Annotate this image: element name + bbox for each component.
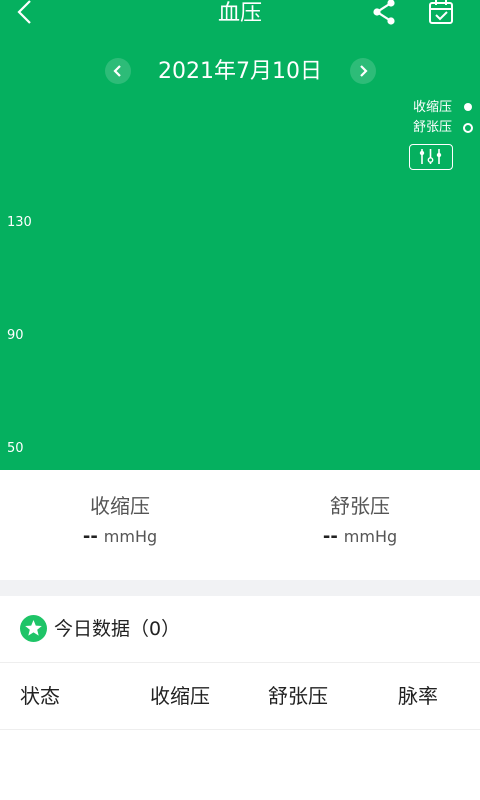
calendar-check-icon — [429, 0, 453, 24]
y-tick-label: 50 — [7, 441, 24, 456]
summary-stats: 收缩压 -- mmHg 舒张压 -- mmHg — [0, 470, 480, 580]
systolic-unit: mmHg — [103, 527, 158, 546]
share-icon — [373, 0, 395, 25]
chart-legend: 收缩压 舒张压 — [412, 98, 473, 138]
records-table-header: 状态 收缩压 舒张压 脉率 — [0, 663, 480, 730]
share-button[interactable] — [370, 0, 398, 26]
diastolic-summary: 舒张压 -- mmHg — [240, 492, 480, 547]
diastolic-value-row: -- mmHg — [240, 526, 480, 547]
next-day-button[interactable] — [350, 58, 376, 84]
filled-dot-icon — [464, 103, 472, 111]
top-bar: 血压 — [0, 0, 480, 30]
diastolic-unit: mmHg — [343, 527, 398, 546]
chart-panel: 血压 2021年7月10日 收缩压 舒张压 130 90 50 — [0, 0, 480, 470]
systolic-label: 收缩压 — [90, 494, 150, 518]
star-icon — [20, 615, 47, 642]
diastolic-label: 舒张压 — [330, 494, 390, 518]
diastolic-value: -- — [322, 526, 338, 547]
column-header-status: 状态 — [20, 684, 60, 708]
systolic-value-row: -- mmHg — [0, 526, 240, 547]
legend-label: 舒张压 — [412, 120, 452, 135]
chart-adjust-button[interactable] — [409, 144, 453, 170]
current-date: 2021年7月10日 — [158, 59, 322, 84]
y-tick-label: 90 — [7, 328, 24, 343]
hollow-dot-icon — [463, 123, 473, 133]
column-header-systolic: 收缩压 — [150, 684, 210, 708]
column-header-diastolic: 舒张压 — [268, 684, 328, 708]
page-title: 血压 — [217, 1, 262, 26]
today-data-header[interactable]: 今日数据（0） — [0, 596, 480, 663]
chevron-right-icon — [360, 65, 368, 77]
adjust-sliders-icon — [419, 149, 442, 164]
legend-item-systolic: 收缩压 — [412, 98, 472, 118]
section-divider — [0, 580, 480, 596]
column-header-pulse: 脉率 — [398, 684, 438, 708]
systolic-summary: 收缩压 -- mmHg — [0, 492, 240, 547]
today-data-label: 今日数据（0） — [54, 618, 181, 640]
systolic-value: -- — [82, 526, 98, 547]
y-tick-label: 130 — [7, 215, 32, 230]
calendar-button[interactable] — [427, 0, 455, 26]
date-selector: 2021年7月10日 — [0, 57, 480, 87]
legend-label: 收缩压 — [412, 100, 452, 115]
legend-item-diastolic: 舒张压 — [412, 118, 473, 138]
